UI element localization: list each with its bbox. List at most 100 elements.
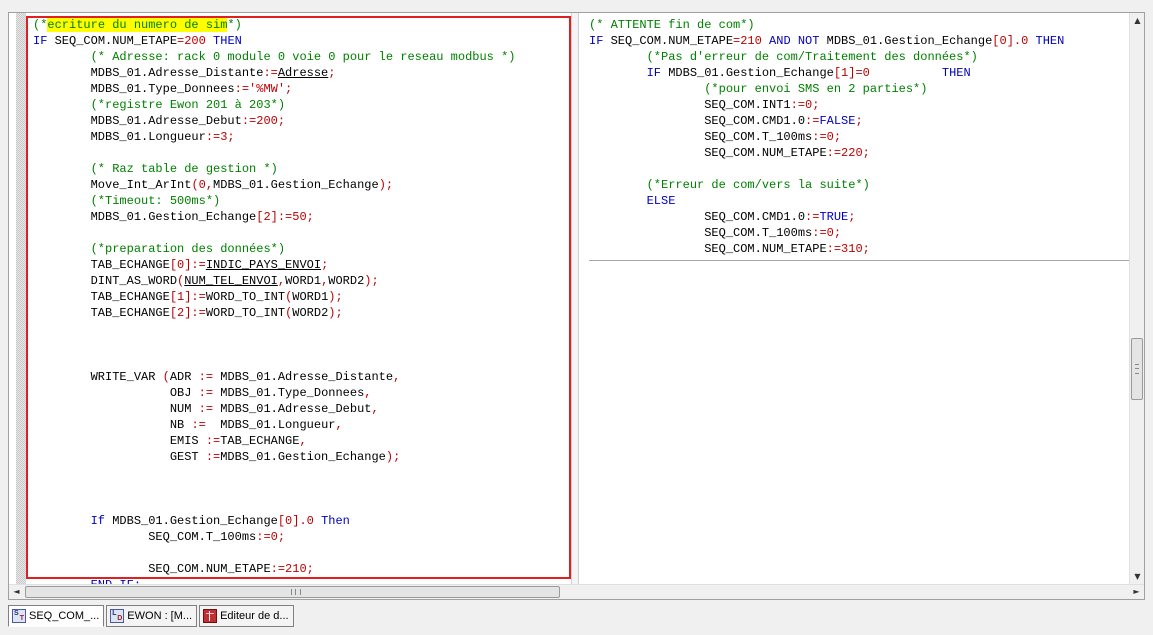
code-line[interactable]: IF MDBS_01.Gestion_Echange[1]=0 THEN	[589, 65, 1064, 81]
code-line[interactable]: SEQ_COM.NUM_ETAPE:=310;	[589, 241, 1064, 257]
code-token: WORD_TO_INT	[205, 306, 286, 320]
right-code-text[interactable]: (* ATTENTE fin de com*) IF SEQ_COM.NUM_ET…	[589, 17, 1064, 257]
code-line[interactable]: DINT_AS_WORD(NUM_TEL_ENVOI,WORD1,WORD2);	[33, 273, 515, 289]
code-token: (0,	[191, 178, 214, 192]
vertical-scrollbar[interactable]: ▲ ▼	[1129, 13, 1144, 584]
code-line[interactable]: SEQ_COM.NUM_ETAPE:=210;	[33, 561, 515, 577]
vertical-scroll-thumb[interactable]	[1131, 338, 1143, 400]
code-line[interactable]: MDBS_01.Longueur:=3;	[33, 129, 515, 145]
code-token: [2]:=50;	[256, 210, 314, 224]
code-line[interactable]	[33, 353, 515, 369]
code-line[interactable]	[33, 481, 515, 497]
code-token: );	[385, 450, 401, 464]
code-line[interactable]: IF SEQ_COM.NUM_ETAPE=210 AND NOT MDBS_01…	[589, 33, 1064, 49]
code-line[interactable]: (*pour envoi SMS en 2 parties*)	[589, 81, 1064, 97]
pane-splitter[interactable]	[571, 13, 579, 584]
code-line[interactable]: ELSE	[589, 193, 1064, 209]
code-line[interactable]	[33, 337, 515, 353]
code-token: TAB_ECHANGE	[33, 258, 170, 272]
tab-seq-com[interactable]: ST SEQ_COM_...	[8, 605, 105, 627]
code-line[interactable]: NUM := MDBS_01.Adresse_Debut,	[33, 401, 515, 417]
code-line[interactable]: TAB_ECHANGE[1]:=WORD_TO_INT(WORD1);	[33, 289, 515, 305]
code-line[interactable]: (* ATTENTE fin de com*)	[589, 17, 1064, 33]
code-line[interactable]: (*ecriture du numero de sim*)	[33, 17, 515, 33]
code-line[interactable]	[33, 145, 515, 161]
code-line[interactable]	[589, 161, 1064, 177]
code-line[interactable]: TAB_ECHANGE[2]:=WORD_TO_INT(WORD2);	[33, 305, 515, 321]
code-line[interactable]: MDBS_01.Type_Donnees:='%MW';	[33, 81, 515, 97]
scroll-down-arrow-icon[interactable]: ▼	[1130, 569, 1144, 584]
code-line[interactable]: IF SEQ_COM.NUM_ETAPE=200 THEN	[33, 33, 515, 49]
scroll-right-arrow-icon[interactable]: ►	[1129, 585, 1144, 599]
code-line[interactable]: SEQ_COM.CMD1.0:=TRUE;	[589, 209, 1064, 225]
code-line[interactable]: (* Adresse: rack 0 module 0 voie 0 pour …	[33, 49, 516, 65]
horizontal-scroll-thumb[interactable]	[25, 586, 560, 598]
code-line[interactable]: MDBS_01.Adresse_Distante:=Adresse;	[33, 65, 515, 81]
code-token: :=220;	[826, 146, 870, 160]
scroll-left-arrow-icon[interactable]: ◄	[9, 585, 24, 599]
code-line[interactable]: (*Timeout: 500ms*)	[33, 193, 515, 209]
code-line[interactable]: SEQ_COM.INT1:=0;	[589, 97, 1064, 113]
code-token: );	[378, 178, 394, 192]
code-token: );	[328, 290, 343, 304]
code-token: (*registre Ewon 201 à 203*)	[33, 98, 286, 112]
code-token: ;	[321, 258, 329, 272]
code-token: :=200;	[241, 114, 286, 128]
code-line[interactable]	[33, 321, 515, 337]
code-line[interactable]: SEQ_COM.CMD1.0:=FALSE;	[589, 113, 1064, 129]
code-line[interactable]: NB := MDBS_01.Longueur,	[33, 417, 515, 433]
code-token: THEN	[941, 66, 971, 80]
left-code-pane[interactable]: (*ecriture du numero de sim*) IF SEQ_COM.…	[9, 13, 571, 584]
code-token: SEQ_COM.NUM_ETAPE	[610, 34, 734, 48]
code-token: MDBS_01.Longueur	[33, 130, 206, 144]
code-token: SEQ_COM.NUM_ETAPE	[33, 562, 271, 576]
code-token: (*Erreur de com/vers la suite*)	[589, 178, 870, 192]
code-token: ELSE	[589, 194, 676, 208]
code-token: WORD1	[292, 290, 329, 304]
tab-editeur[interactable]: Editeur de d...	[199, 605, 294, 627]
code-line[interactable]: Move_Int_ArInt(0,MDBS_01.Gestion_Echange…	[33, 177, 515, 193]
code-token: SEQ_COM.T_100ms	[33, 530, 257, 544]
code-token: SEQ_COM.CMD1.0	[589, 114, 806, 128]
code-line[interactable]: (* Raz table de gestion *)	[33, 161, 515, 177]
code-line[interactable]: (*Pas d'erreur de com/Traitement des don…	[589, 49, 1064, 65]
code-line[interactable]: (*Erreur de com/vers la suite*)	[589, 177, 1064, 193]
code-token: ,	[277, 274, 286, 288]
code-token: :=210;	[270, 562, 314, 576]
code-line[interactable]	[33, 465, 515, 481]
code-token: TAB_ECHANGE	[33, 306, 170, 320]
code-line[interactable]	[33, 545, 515, 561]
code-line[interactable]: MDBS_01.Adresse_Debut:=200;	[33, 113, 515, 129]
code-token: DINT_AS_WORD	[33, 274, 178, 288]
code-line[interactable]: (*registre Ewon 201 à 203*)	[33, 97, 515, 113]
code-line[interactable]: (*preparation des données*)	[33, 241, 515, 257]
code-line[interactable]: SEQ_COM.T_100ms:=0;	[589, 225, 1064, 241]
code-line[interactable]: EMIS :=TAB_ECHANGE,	[33, 433, 515, 449]
code-line[interactable]: MDBS_01.Gestion_Echange[2]:=50;	[33, 209, 515, 225]
left-code-text[interactable]: (*ecriture du numero de sim*) IF SEQ_COM.…	[33, 17, 515, 584]
code-token: :=	[205, 450, 221, 464]
code-line[interactable]: TAB_ECHANGE[0]:=INDIC_PAYS_ENVOI;	[33, 257, 515, 273]
code-line[interactable]	[33, 497, 515, 513]
code-token: WORD_TO_INT	[205, 290, 286, 304]
code-line[interactable]: END_IF;	[33, 577, 515, 584]
code-line[interactable]: GEST :=MDBS_01.Gestion_Echange);	[33, 449, 515, 465]
code-token: OBJ	[33, 386, 199, 400]
code-line[interactable]: SEQ_COM.T_100ms:=0;	[33, 529, 515, 545]
code-token: =210	[733, 34, 770, 48]
code-line[interactable]: If MDBS_01.Gestion_Echange[0].0 Then	[33, 513, 515, 529]
left-horizontal-scrollbar[interactable]: ◄	[9, 584, 579, 599]
code-token: (*pour envoi SMS en 2 parties*)	[589, 82, 928, 96]
code-line[interactable]: SEQ_COM.NUM_ETAPE:=220;	[589, 145, 1064, 161]
code-token: SEQ_COM.T_100ms	[589, 130, 813, 144]
right-code-pane[interactable]: (* ATTENTE fin de com*) IF SEQ_COM.NUM_ET…	[579, 13, 1129, 584]
code-line[interactable]: WRITE_VAR (ADR := MDBS_01.Adresse_Distan…	[33, 369, 515, 385]
code-line[interactable]: SEQ_COM.T_100ms:=0;	[589, 129, 1064, 145]
code-token: [2]:=	[169, 306, 206, 320]
code-line[interactable]: OBJ := MDBS_01.Type_Donnees,	[33, 385, 515, 401]
right-horizontal-scrollbar[interactable]: ►	[579, 584, 1144, 599]
code-line[interactable]	[33, 225, 515, 241]
code-token: NUM	[33, 402, 199, 416]
scroll-up-arrow-icon[interactable]: ▲	[1130, 13, 1144, 28]
tab-ewon[interactable]: LD EWON : [M...	[106, 605, 198, 627]
